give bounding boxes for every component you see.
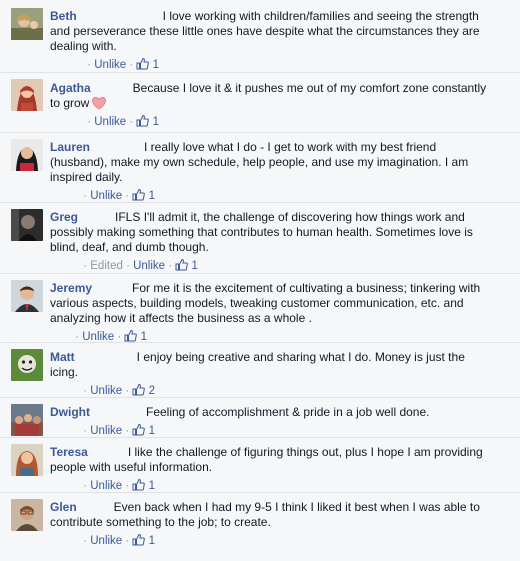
unlike-link[interactable]: Unlike	[90, 190, 122, 202]
like-count[interactable]: 2	[149, 385, 155, 397]
avatar[interactable]	[11, 499, 43, 531]
like-icon[interactable]	[136, 114, 150, 127]
comment: Greg IFLS I'll admit it, the challenge of…	[0, 202, 520, 272]
like-icon[interactable]	[132, 383, 146, 396]
edited-label[interactable]: Edited	[90, 260, 123, 272]
comment-author[interactable]: Lauren	[50, 140, 90, 154]
comment-text: Matt I enjoy being creative and sharing w…	[50, 350, 490, 380]
comment-message: Even back when I had my 9-5 I think I li…	[50, 500, 480, 529]
comment-message: IFLS I'll admit it, the challenge of dis…	[50, 210, 473, 254]
comment: Teresa I like the challenge of figuring t…	[0, 437, 520, 492]
like-count[interactable]: 1	[153, 116, 159, 128]
avatar[interactable]	[11, 79, 43, 111]
like-count[interactable]: 1	[149, 480, 155, 492]
like-icon[interactable]	[132, 478, 146, 491]
comment-text: Lauren I really love what I do - I get to…	[50, 140, 490, 185]
comment-message: For me it is the excitement of cultivati…	[50, 281, 481, 325]
comment: Lauren I really love what I do - I get to…	[0, 132, 520, 202]
comment-body: Beth I love working with children/familie…	[50, 9, 490, 73]
comment-text: Dwight Feeling of accomplishment & pride …	[50, 405, 490, 420]
comment-message: I like the challenge of figuring things …	[50, 445, 483, 474]
unlike-link[interactable]: Unlike	[94, 59, 126, 71]
comment-body: Greg IFLS I'll admit it, the challenge of…	[50, 210, 490, 274]
like-icon[interactable]	[124, 329, 138, 342]
comment-message: Feeling of accomplishment & pride in a j…	[146, 405, 430, 419]
comment-message: I love working with children/families an…	[50, 9, 480, 53]
like-icon[interactable]	[132, 533, 146, 546]
avatar[interactable]	[11, 404, 43, 436]
comment-author[interactable]: Agatha	[50, 81, 91, 95]
like-count[interactable]: 1	[149, 190, 155, 202]
comment-actions: · Unlike · 1	[87, 57, 160, 71]
unlike-link[interactable]: Unlike	[90, 480, 122, 492]
avatar[interactable]	[11, 209, 43, 241]
comment-body: Lauren I really love what I do - I get to…	[50, 140, 490, 204]
like-count[interactable]: 1	[149, 425, 155, 437]
comment: Dwight Feeling of accomplishment & pride …	[0, 397, 520, 437]
comment-text: Teresa I like the challenge of figuring t…	[50, 445, 490, 475]
avatar[interactable]	[11, 280, 43, 312]
unlike-link[interactable]: Unlike	[94, 116, 126, 128]
like-count[interactable]: 1	[153, 59, 159, 71]
comment-author[interactable]: Glen	[50, 500, 77, 514]
comment-message: I really love what I do - I get to work …	[50, 140, 469, 184]
like-count[interactable]: 1	[192, 260, 198, 272]
comment: Matt I enjoy being creative and sharing w…	[0, 342, 520, 397]
comment-author[interactable]: Greg	[50, 210, 78, 224]
like-icon[interactable]	[132, 188, 146, 201]
comment: Glen Even back when I had my 9-5 I think …	[0, 492, 520, 547]
comment-body: Matt I enjoy being creative and sharing w…	[50, 350, 490, 399]
like-count[interactable]: 1	[149, 535, 155, 547]
avatar[interactable]	[11, 8, 43, 40]
comment-actions: · Edited · Unlike · 1	[83, 258, 198, 272]
comment: Agatha Because I love it & it pushes me o…	[0, 72, 520, 128]
comment-author[interactable]: Matt	[50, 350, 75, 364]
like-icon[interactable]	[175, 258, 189, 271]
comment-text: Beth I love working with children/familie…	[50, 9, 490, 54]
heart-icon	[92, 97, 107, 110]
comment-actions: · Unlike · 1	[87, 114, 160, 128]
comment-message: I enjoy being creative and sharing what …	[50, 350, 465, 379]
comment-author[interactable]: Beth	[50, 9, 77, 23]
comment-author[interactable]: Jeremy	[50, 281, 92, 295]
comment-text: Agatha Because I love it & it pushes me o…	[50, 81, 490, 111]
comment-body: Glen Even back when I had my 9-5 I think …	[50, 500, 490, 549]
comment-text: Jeremy For me it is the excitement of cul…	[50, 281, 490, 326]
avatar[interactable]	[11, 444, 43, 476]
comment-thread: Beth I love working with children/familie…	[0, 0, 520, 561]
like-icon[interactable]	[136, 57, 150, 70]
unlike-link[interactable]: Unlike	[133, 260, 165, 272]
comment-message: Because I love it & it pushes me out of …	[50, 81, 487, 110]
unlike-link[interactable]: Unlike	[90, 385, 122, 397]
comment: Jeremy For me it is the excitement of cul…	[0, 273, 520, 343]
like-icon[interactable]	[132, 423, 146, 436]
avatar[interactable]	[11, 139, 43, 171]
comment-body: Agatha Because I love it & it pushes me o…	[50, 81, 490, 130]
comment-body: Jeremy For me it is the excitement of cul…	[50, 281, 490, 345]
avatar[interactable]	[11, 349, 43, 381]
comment-body: Teresa I like the challenge of figuring t…	[50, 445, 490, 494]
comment-author[interactable]: Dwight	[50, 405, 90, 419]
unlike-link[interactable]: Unlike	[90, 535, 122, 547]
comment-author[interactable]: Teresa	[50, 445, 88, 459]
comment-text: Greg IFLS I'll admit it, the challenge of…	[50, 210, 490, 255]
unlike-link[interactable]: Unlike	[90, 425, 122, 437]
comment-text: Glen Even back when I had my 9-5 I think …	[50, 500, 490, 530]
comment-actions: · Unlike · 1	[83, 533, 156, 547]
comment-body: Dwight Feeling of accomplishment & pride …	[50, 405, 490, 439]
